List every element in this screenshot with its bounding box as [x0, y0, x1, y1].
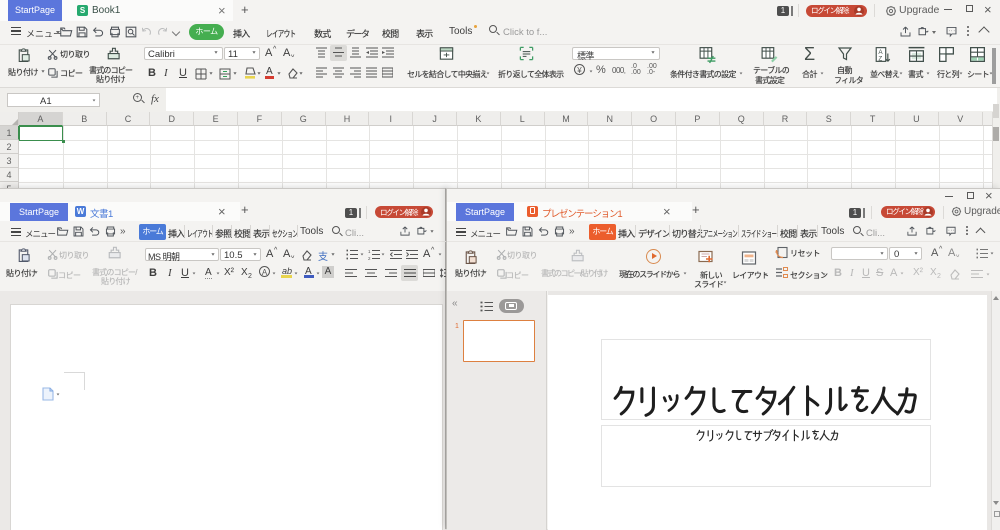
svg-text:1: 1 — [368, 249, 371, 254]
svg-text:2: 2 — [368, 256, 371, 260]
